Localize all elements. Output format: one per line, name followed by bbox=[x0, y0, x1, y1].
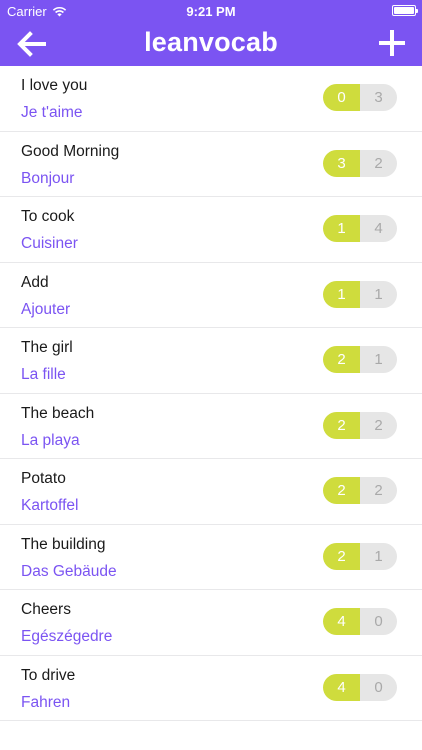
word-term: Cheers bbox=[21, 601, 71, 618]
word-row[interactable]: The beach La playa 2 2 bbox=[0, 393, 422, 459]
battery-icon bbox=[392, 5, 418, 16]
word-row[interactable]: Cheers Egészégedre 4 0 bbox=[0, 590, 422, 656]
app-header: Carrier 9:21 PM leanvocab bbox=[0, 0, 422, 66]
correct-count: 4 bbox=[323, 673, 360, 701]
nav-bar: leanvocab bbox=[0, 22, 422, 66]
correct-count: 2 bbox=[323, 346, 360, 373]
word-row[interactable]: To cook Cuisiner 1 4 bbox=[0, 197, 422, 263]
correct-count: 0 bbox=[323, 84, 360, 111]
score-pill[interactable]: 03 bbox=[323, 84, 397, 111]
word-term: The girl bbox=[21, 339, 73, 356]
correct-count: 4 bbox=[323, 608, 360, 635]
wrong-count: 0 bbox=[360, 608, 397, 635]
score-pill[interactable]: 40 bbox=[323, 673, 397, 701]
word-list: I love you Je t'aime 0 3 Good Morning Bonjour… bbox=[0, 66, 422, 721]
wrong-count: 4 bbox=[360, 215, 397, 242]
word-translation: La playa bbox=[21, 431, 80, 449]
word-translation: La fille bbox=[21, 366, 66, 383]
word-term: To drive bbox=[21, 666, 76, 684]
word-row[interactable]: Add Ajouter 1 1 bbox=[0, 262, 422, 328]
wrong-count: 2 bbox=[360, 477, 397, 504]
correct-count: 1 bbox=[323, 215, 360, 242]
wrong-count: 2 bbox=[360, 411, 397, 439]
wrong-count: 0 bbox=[360, 673, 397, 701]
correct-count: 2 bbox=[323, 411, 360, 439]
word-translation: Ajouter bbox=[21, 300, 71, 318]
correct-count: 2 bbox=[323, 477, 360, 504]
wrong-count: 1 bbox=[360, 346, 397, 373]
word-row[interactable]: The girl La fille 2 1 bbox=[0, 328, 422, 394]
score-pill[interactable]: 22 bbox=[323, 411, 397, 439]
wrong-count: 1 bbox=[360, 280, 397, 308]
app-logo: leanvocab bbox=[144, 27, 278, 57]
correct-count: 2 bbox=[323, 542, 360, 570]
word-translation: Das Gebäude bbox=[21, 562, 117, 580]
word-row[interactable]: To drive Fahren 4 0 bbox=[0, 655, 422, 721]
word-translation: Fahren bbox=[21, 693, 71, 711]
wrong-count: 2 bbox=[360, 149, 397, 177]
word-term: To cook bbox=[21, 208, 75, 225]
status-time: 9:21 PM bbox=[186, 4, 236, 19]
add-word-button[interactable] bbox=[376, 27, 408, 59]
score-pill[interactable]: 21 bbox=[323, 346, 397, 373]
word-term: Potato bbox=[21, 470, 66, 487]
wrong-count: 3 bbox=[360, 84, 397, 111]
word-term: The building bbox=[21, 535, 106, 553]
word-row[interactable]: The building Das Gebäude 2 1 bbox=[0, 524, 422, 590]
plus-icon bbox=[379, 30, 405, 56]
score-pill[interactable]: 11 bbox=[323, 280, 397, 308]
word-term: Add bbox=[21, 273, 49, 291]
score-pill[interactable]: 40 bbox=[323, 608, 397, 635]
score-pill[interactable]: 22 bbox=[323, 477, 397, 504]
word-term: I love you bbox=[21, 77, 88, 94]
score-pill[interactable]: 32 bbox=[323, 149, 397, 177]
word-row[interactable]: I love you Je t'aime 0 3 bbox=[0, 66, 422, 132]
correct-count: 1 bbox=[323, 280, 360, 308]
word-translation: Egészégedre bbox=[21, 628, 113, 645]
word-translation: Cuisiner bbox=[21, 235, 78, 252]
word-translation: Kartoffel bbox=[21, 497, 79, 514]
word-translation: Bonjour bbox=[21, 169, 75, 187]
word-row[interactable]: Potato Kartoffel 2 2 bbox=[0, 459, 422, 525]
correct-count: 3 bbox=[323, 149, 360, 177]
word-translation: Je t'aime bbox=[21, 104, 83, 121]
score-pill[interactable]: 14 bbox=[323, 215, 397, 242]
word-row[interactable]: Good Morning Bonjour 3 2 bbox=[0, 131, 422, 197]
wrong-count: 1 bbox=[360, 542, 397, 570]
score-pill[interactable]: 21 bbox=[323, 542, 397, 570]
status-bar: Carrier 9:21 PM bbox=[0, 0, 422, 22]
word-term: The beach bbox=[21, 404, 95, 422]
word-term: Good Morning bbox=[21, 142, 120, 160]
